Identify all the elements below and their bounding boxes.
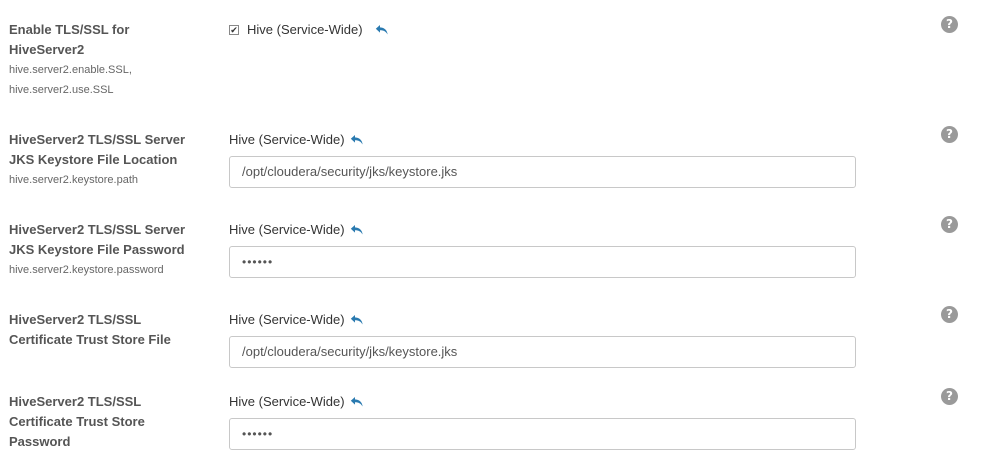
setting-value: Hive (Service-Wide) •••••• [229, 220, 856, 278]
undo-arrow-icon[interactable] [350, 396, 364, 408]
scope-line: Hive (Service-Wide) [229, 130, 856, 150]
setting-key-line: hive.server2.enable.SSL, [9, 64, 132, 76]
setting-title-line: HiveServer2 TLS/SSL Server [9, 132, 186, 147]
setting-key: hive.server2.enable.SSL, hive.server2.us… [9, 60, 209, 100]
setting-title: Enable TLS/SSL for HiveServer2 [9, 20, 209, 60]
setting-title: HiveServer2 TLS/SSL Server JKS Keystore … [9, 220, 209, 260]
scope-line: Hive (Service-Wide) [229, 310, 856, 330]
enable-ssl-checkbox[interactable]: ✔ [229, 25, 239, 35]
scope-label: Hive (Service-Wide) [229, 222, 345, 237]
undo-arrow-icon[interactable] [375, 24, 389, 36]
undo-arrow-icon[interactable] [350, 224, 364, 236]
setting-key-line: hive.server2.keystore.path [9, 174, 139, 186]
setting-title-line: HiveServer2 TLS/SSL [9, 312, 142, 327]
setting-key-line: hive.server2.use.SSL [9, 84, 114, 96]
setting-label: Enable TLS/SSL for HiveServer2 hive.serv… [9, 20, 209, 100]
truststore-file-input[interactable]: /opt/cloudera/security/jks/keystore.jks [229, 336, 856, 368]
question-circle-icon[interactable]: ? [941, 16, 958, 33]
setting-key: hive.server2.keystore.password [9, 260, 209, 280]
undo-arrow-icon[interactable] [350, 314, 364, 326]
question-circle-icon[interactable]: ? [941, 126, 958, 143]
setting-label: HiveServer2 TLS/SSL Certificate Trust St… [9, 310, 209, 350]
setting-key: hive.server2.keystore.path [9, 170, 209, 190]
setting-title-line: HiveServer2 TLS/SSL Server [9, 222, 186, 237]
setting-title: HiveServer2 TLS/SSL Certificate Trust St… [9, 392, 209, 452]
question-circle-icon[interactable]: ? [941, 388, 958, 405]
setting-label: HiveServer2 TLS/SSL Server JKS Keystore … [9, 130, 209, 190]
scope-label: Hive (Service-Wide) [229, 312, 345, 327]
keystore-password-input[interactable]: •••••• [229, 246, 856, 278]
setting-label: HiveServer2 TLS/SSL Certificate Trust St… [9, 392, 209, 452]
setting-value: Hive (Service-Wide) •••••• [229, 392, 856, 450]
question-circle-icon[interactable]: ? [941, 216, 958, 233]
undo-arrow-icon[interactable] [350, 134, 364, 146]
setting-value: ✔ Hive (Service-Wide) [229, 20, 856, 40]
setting-title-line: HiveServer2 [9, 42, 85, 57]
setting-title-line: Certificate Trust Store [9, 414, 145, 429]
setting-title: HiveServer2 TLS/SSL Server JKS Keystore … [9, 130, 209, 170]
keystore-location-input[interactable]: /opt/cloudera/security/jks/keystore.jks [229, 156, 856, 188]
question-circle-icon[interactable]: ? [941, 306, 958, 323]
scope-line: ✔ Hive (Service-Wide) [229, 20, 856, 40]
setting-title-line: Password [9, 434, 71, 449]
scope-label: Hive (Service-Wide) [229, 132, 345, 147]
setting-value: Hive (Service-Wide) /opt/cloudera/securi… [229, 310, 856, 368]
scope-line: Hive (Service-Wide) [229, 220, 856, 240]
setting-key-line: hive.server2.keystore.password [9, 264, 164, 276]
truststore-password-input[interactable]: •••••• [229, 418, 856, 450]
setting-title: HiveServer2 TLS/SSL Certificate Trust St… [9, 310, 209, 350]
scope-label: Hive (Service-Wide) [247, 22, 363, 37]
setting-title-line: Certificate Trust Store File [9, 332, 171, 347]
setting-title-line: JKS Keystore File Password [9, 242, 185, 257]
scope-label: Hive (Service-Wide) [229, 394, 345, 409]
setting-label: HiveServer2 TLS/SSL Server JKS Keystore … [9, 220, 209, 280]
setting-title-line: Enable TLS/SSL for [9, 22, 130, 37]
setting-value: Hive (Service-Wide) /opt/cloudera/securi… [229, 130, 856, 188]
scope-line: Hive (Service-Wide) [229, 392, 856, 412]
setting-title-line: JKS Keystore File Location [9, 152, 178, 167]
setting-title-line: HiveServer2 TLS/SSL [9, 394, 142, 409]
